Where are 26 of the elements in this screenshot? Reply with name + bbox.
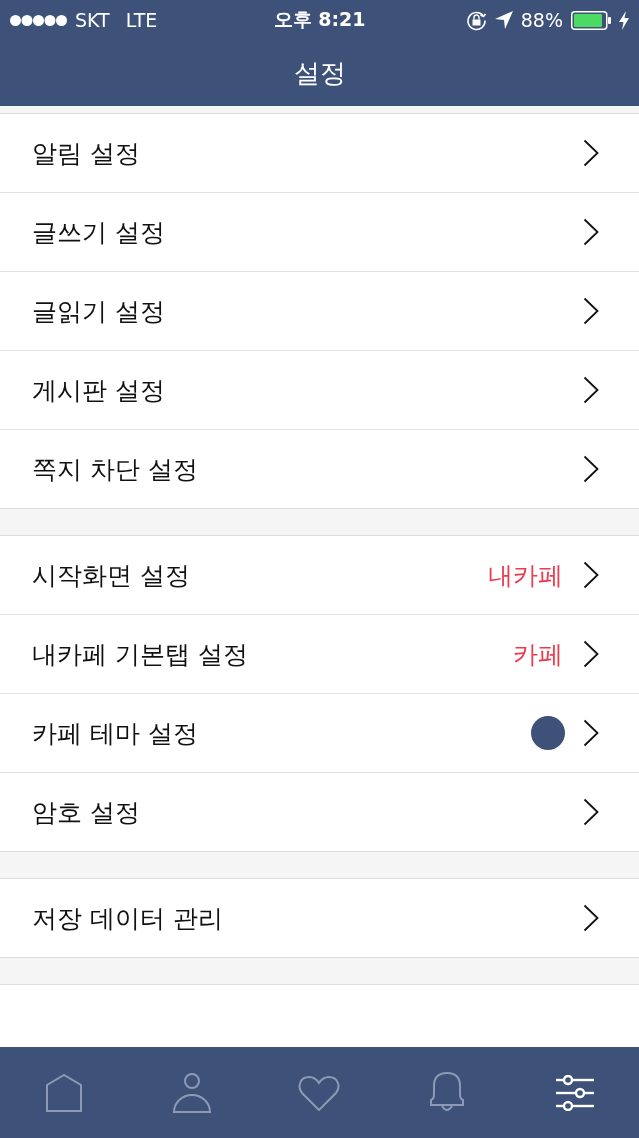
network-type: LTE bbox=[125, 9, 158, 31]
sliders-icon bbox=[556, 1074, 595, 1111]
charging-bolt-icon bbox=[619, 10, 629, 30]
chevron-right-icon bbox=[583, 561, 599, 589]
setting-value: 내카페 bbox=[488, 559, 563, 592]
person-icon bbox=[171, 1072, 212, 1113]
chevron-right-icon bbox=[583, 455, 599, 483]
chevron-right-icon bbox=[583, 218, 599, 246]
signal-dots-icon bbox=[10, 14, 67, 26]
chevron-right-icon bbox=[583, 904, 599, 932]
battery-percent: 88% bbox=[520, 9, 563, 31]
chevron-right-icon bbox=[583, 640, 599, 668]
chevron-right-icon bbox=[583, 139, 599, 167]
rotation-lock-icon bbox=[465, 9, 487, 31]
carrier-name: SKT bbox=[75, 9, 110, 31]
chevron-right-icon bbox=[583, 719, 599, 747]
chevron-right-icon bbox=[583, 376, 599, 404]
battery-icon bbox=[571, 10, 611, 30]
clock-time: 오후 8:21 bbox=[273, 7, 366, 32]
chevron-right-icon bbox=[583, 798, 599, 826]
heart-icon bbox=[298, 1074, 341, 1111]
setting-value: 카페 bbox=[513, 638, 563, 671]
location-arrow-icon bbox=[494, 11, 513, 29]
house-icon bbox=[44, 1073, 83, 1112]
page-title: 설정 bbox=[293, 56, 346, 90]
chevron-right-icon bbox=[583, 297, 599, 325]
